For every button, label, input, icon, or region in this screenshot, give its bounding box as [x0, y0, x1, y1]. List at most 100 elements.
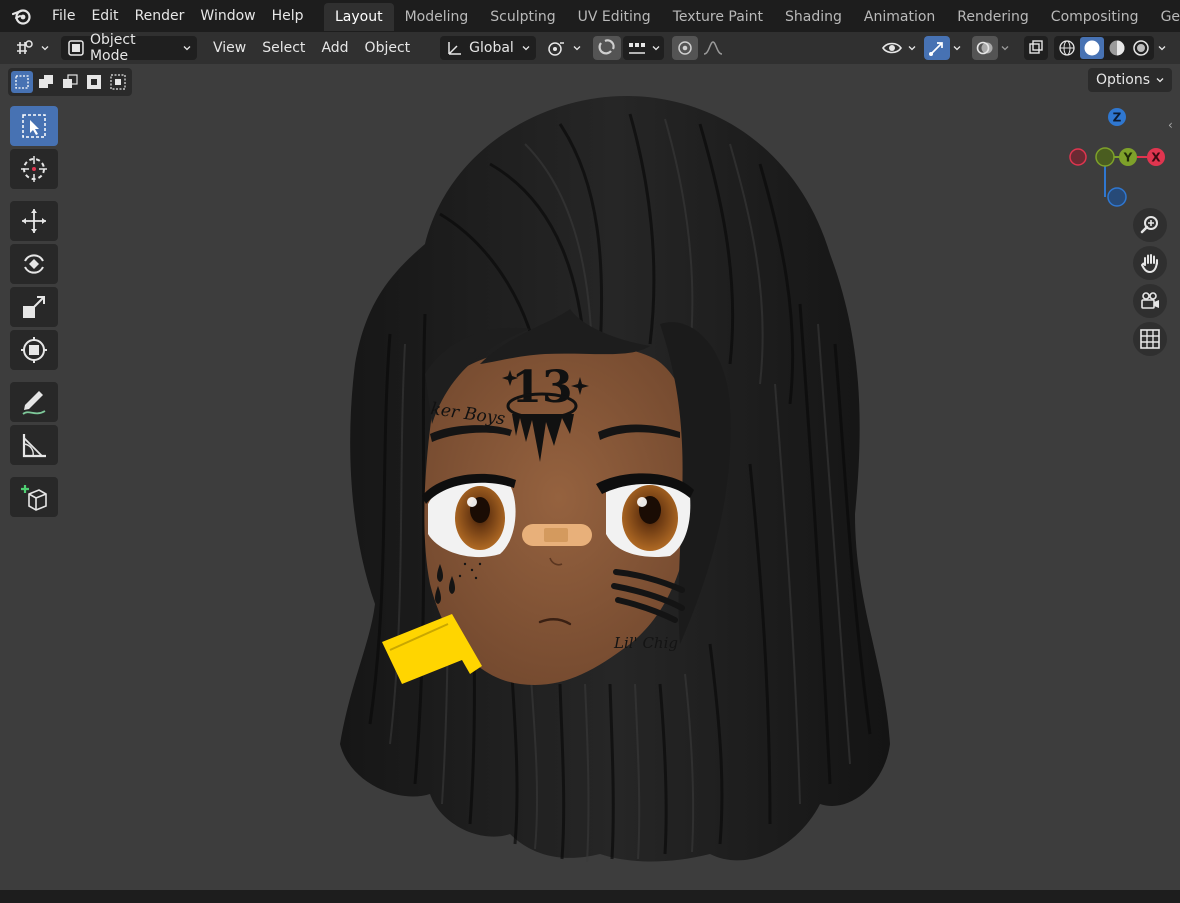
editor-type-icon [17, 40, 33, 54]
tab-layout[interactable]: Layout [324, 3, 394, 31]
blender-logo-icon[interactable] [0, 0, 44, 32]
selection-mode-group [8, 68, 132, 96]
visibility-dropdown[interactable] [877, 36, 920, 60]
overlays-toggle[interactable] [972, 36, 998, 60]
proportional-editing-icon [678, 41, 692, 55]
tab-modeling[interactable]: Modeling [394, 3, 480, 31]
wireframe-shading-button[interactable] [1056, 37, 1078, 59]
tool-cursor[interactable] [10, 149, 58, 189]
camera-view-button[interactable] [1133, 284, 1167, 318]
select-extend-button[interactable] [35, 71, 57, 93]
measure-ruler-icon [22, 434, 46, 458]
select-subtract-button[interactable] [59, 71, 81, 93]
menu-help[interactable]: Help [264, 3, 312, 29]
tab-compositing[interactable]: Compositing [1040, 3, 1150, 31]
select-new-button[interactable] [11, 71, 33, 93]
options-label: Options [1095, 72, 1150, 88]
chevron-down-icon [522, 46, 530, 51]
rotate-icon [24, 254, 44, 274]
material-sphere-icon [1109, 40, 1125, 56]
xray-icon [1029, 40, 1043, 54]
tool-move[interactable] [10, 201, 58, 241]
object-mode-icon [68, 40, 84, 56]
tool-rotate[interactable] [10, 244, 58, 284]
gizmo-dropdown[interactable] [950, 36, 964, 60]
chevron-down-icon [652, 46, 660, 51]
snap-target-dropdown[interactable] [623, 36, 665, 60]
select-intersect-button[interactable] [107, 71, 129, 93]
gizmo-x-label: X [1151, 151, 1161, 165]
select-extend-icon [39, 75, 53, 88]
mode-select-dropdown[interactable]: Object Mode [61, 32, 197, 64]
header-menu-view[interactable]: View [205, 36, 254, 60]
transform-orientation-label: Global [469, 40, 514, 56]
zoom-button[interactable] [1133, 208, 1167, 242]
tool-scale[interactable] [10, 287, 58, 327]
rendered-shading-button[interactable] [1130, 37, 1152, 59]
header-menu-add[interactable]: Add [313, 36, 356, 60]
tool-measure[interactable] [10, 425, 58, 465]
tool-select-box[interactable] [10, 106, 58, 146]
navigation-gizmo[interactable]: Z Y X [1062, 104, 1180, 214]
gizmo-neg-z-handle[interactable] [1107, 187, 1127, 207]
falloff-curve-icon [703, 41, 723, 55]
tool-annotate[interactable] [10, 382, 58, 422]
tab-texture-paint[interactable]: Texture Paint [662, 3, 774, 31]
mode-label: Object Mode [89, 32, 136, 64]
overlays-dropdown[interactable] [998, 36, 1012, 60]
gizmo-z-label: Z [1113, 111, 1122, 125]
viewport-header: Object Mode View Select Add Object Globa… [0, 32, 1180, 64]
menu-edit[interactable]: Edit [83, 3, 126, 29]
header-menu-object[interactable]: Object [357, 36, 419, 60]
gizmo-neg-x-handle[interactable] [1069, 148, 1087, 166]
transform-icon [21, 337, 47, 363]
editor-type-button[interactable] [10, 36, 53, 60]
chevron-down-icon [41, 46, 49, 51]
material-shading-button[interactable] [1106, 37, 1128, 59]
menu-window[interactable]: Window [192, 3, 263, 29]
tab-sculpting[interactable]: Sculpting [479, 3, 566, 31]
3d-viewport[interactable]: Options ‹ Z Y X 13 ker Boys Lil' Chig [0, 64, 1180, 890]
select-invert-button[interactable] [83, 71, 105, 93]
pivot-point-dropdown[interactable] [544, 36, 583, 60]
chevron-down-icon [183, 46, 191, 51]
scale-icon [23, 296, 45, 318]
pivot-point-icon [548, 42, 565, 56]
perspective-toggle-button[interactable] [1133, 322, 1167, 356]
solid-shading-button[interactable] [1080, 37, 1104, 59]
tool-add-cube[interactable] [10, 477, 58, 517]
select-invert-icon [87, 75, 101, 89]
snap-increment-icon [629, 43, 646, 54]
chevron-down-icon [573, 46, 581, 51]
chevron-down-icon [953, 46, 961, 51]
xray-toggle[interactable] [1024, 36, 1048, 60]
tab-uv-editing[interactable]: UV Editing [567, 3, 662, 31]
shading-dropdown[interactable] [1154, 36, 1170, 60]
tattoo-number: 13 [511, 362, 572, 413]
pan-button[interactable] [1133, 246, 1167, 280]
cheek-script: Lil' Chig [613, 634, 678, 652]
tab-geometry-nodes[interactable]: Geom [1150, 3, 1180, 31]
proportional-falloff-button[interactable] [698, 36, 728, 60]
move-arrows-icon [22, 209, 46, 233]
tool-transform[interactable] [10, 330, 58, 370]
menu-render[interactable]: Render [127, 3, 193, 29]
snap-toggle[interactable] [593, 36, 622, 60]
proportional-editing-toggle[interactable] [672, 36, 699, 60]
menu-file[interactable]: File [44, 3, 83, 29]
orientation-axes-icon [448, 42, 462, 55]
select-subtract-icon [63, 74, 78, 88]
gizmo-neg-y-handle[interactable] [1095, 147, 1115, 167]
top-menu-bar: File Edit Render Window Help Layout Mode… [0, 0, 1180, 32]
annotate-pencil-icon [22, 391, 46, 415]
tab-shading[interactable]: Shading [774, 3, 853, 31]
character-head-model[interactable]: 13 ker Boys Lil' Chig [330, 84, 900, 874]
header-menu-select[interactable]: Select [254, 36, 313, 60]
transform-orientation-dropdown[interactable]: Global [440, 36, 537, 60]
select-intersect-icon [110, 74, 126, 90]
options-dropdown[interactable]: Options [1087, 68, 1172, 92]
gizmo-toggle[interactable] [924, 36, 950, 60]
rendered-sphere-icon [1133, 40, 1149, 56]
tab-animation[interactable]: Animation [853, 3, 946, 31]
tab-rendering[interactable]: Rendering [946, 3, 1040, 31]
